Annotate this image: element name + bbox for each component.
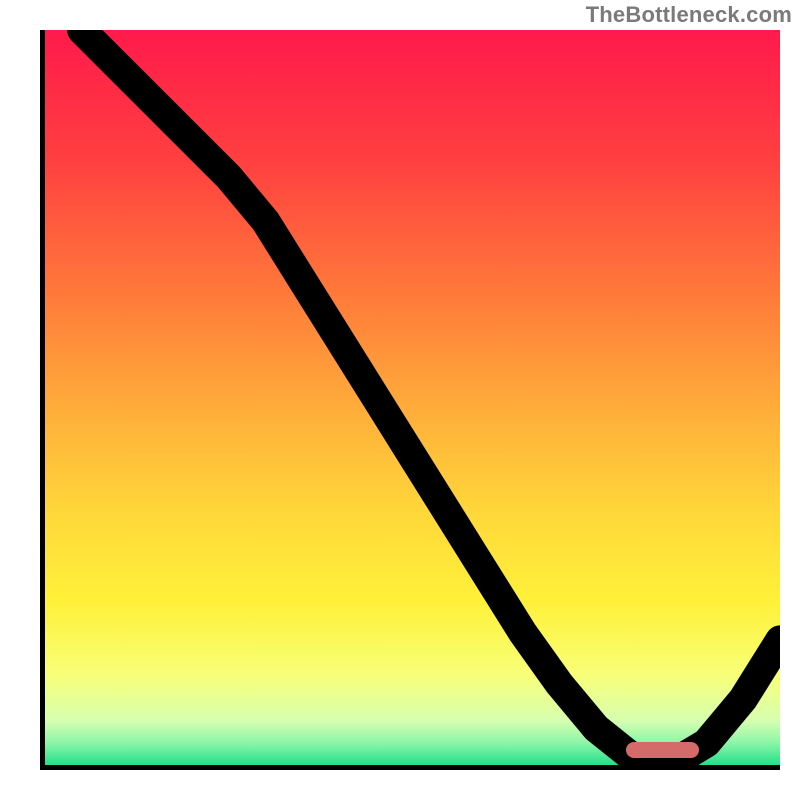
chart-container: TheBottleneck.com <box>0 0 800 800</box>
curve-path <box>82 30 780 765</box>
optimal-range-marker <box>626 742 700 758</box>
plot-area <box>40 30 780 770</box>
attribution-label: TheBottleneck.com <box>586 2 792 28</box>
bottleneck-curve <box>45 30 780 765</box>
